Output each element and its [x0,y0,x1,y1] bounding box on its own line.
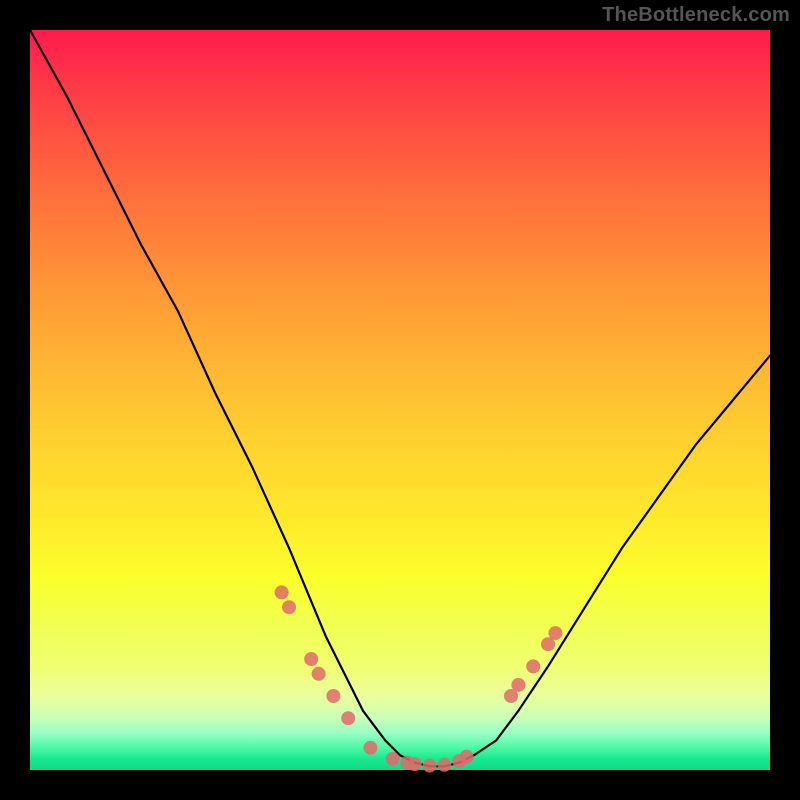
marker-dot [304,652,318,666]
curve-svg [30,30,770,770]
marker-dot [363,741,377,755]
marker-dot [548,626,562,640]
marker-dot [526,659,540,673]
marker-dot [511,678,525,692]
outer-frame: TheBottleneck.com [0,0,800,800]
marker-dot [423,759,437,773]
marker-dot [437,758,451,772]
watermark-text: TheBottleneck.com [602,4,790,27]
marker-dot [386,752,400,766]
marker-dot [341,711,355,725]
marker-dot [326,689,340,703]
plot-area [30,30,770,770]
marker-dot [408,757,422,771]
bottleneck-curve [30,30,770,766]
marker-dot [275,585,289,599]
marker-dot [282,600,296,614]
marker-dot [312,667,326,681]
curve-markers [275,585,563,772]
marker-dot [460,750,474,764]
